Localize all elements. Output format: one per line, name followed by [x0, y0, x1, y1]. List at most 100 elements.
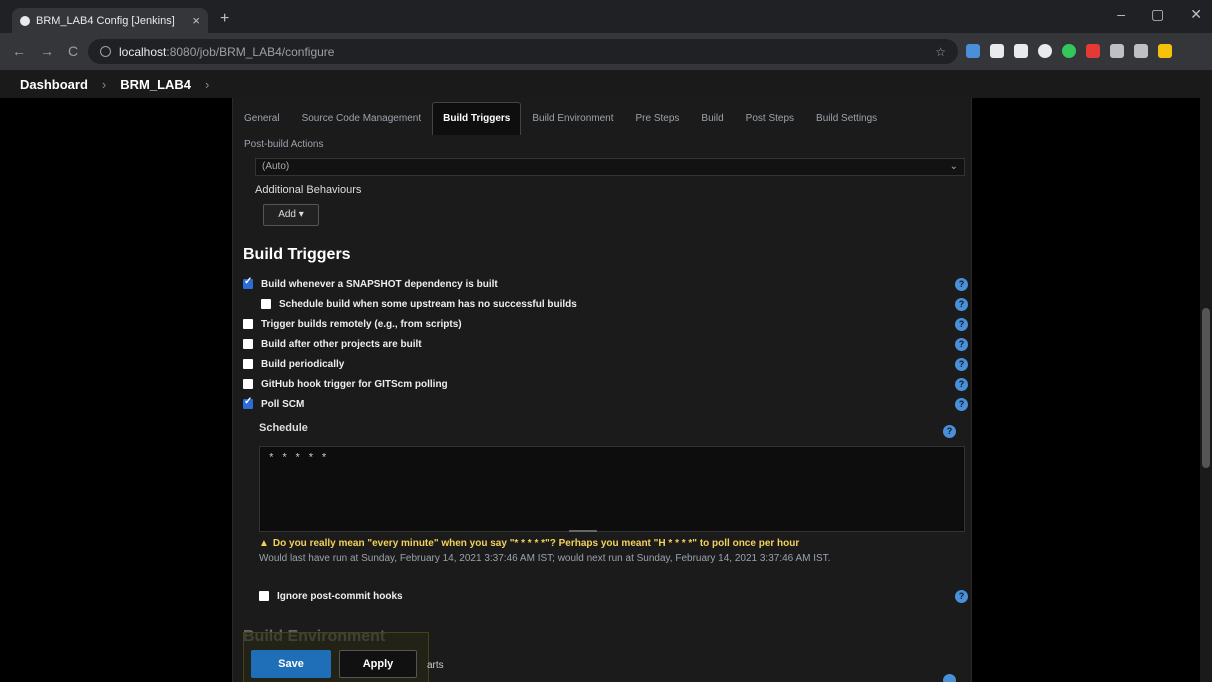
trigger-option[interactable]: Build periodically? — [243, 354, 968, 374]
extension-icon[interactable] — [990, 44, 1004, 58]
url-host: localhost — [119, 44, 167, 59]
close-window-icon[interactable]: ✕ — [1190, 6, 1202, 23]
bookmark-star-icon[interactable]: ☆ — [935, 45, 946, 59]
breadcrumb-separator-icon[interactable]: › — [205, 77, 209, 92]
cron-warning-text: Do you really mean "every minute" when y… — [272, 538, 800, 549]
trigger-option-label: GitHub hook trigger for GITScm polling — [261, 378, 448, 390]
extension-icon[interactable] — [1086, 44, 1100, 58]
right-gutter — [972, 98, 1200, 682]
help-icon[interactable]: ? — [955, 590, 968, 603]
forward-icon[interactable]: → — [40, 43, 54, 59]
trigger-option-label: Build after other projects are built — [261, 338, 422, 350]
maximize-icon[interactable]: ▢ — [1151, 6, 1164, 23]
trigger-checkbox[interactable] — [243, 396, 253, 409]
cron-warning: ▲ Do you really mean "every minute" when … — [259, 538, 799, 549]
ignore-post-commit-checkbox[interactable] — [259, 591, 269, 601]
add-behaviour-button[interactable]: Add ▾ — [263, 204, 319, 226]
trigger-option[interactable]: Trigger builds remotely (e.g., from scri… — [243, 314, 968, 334]
address-bar: ← → C localhost :8080/job/BRM_LAB4/confi… — [0, 33, 1212, 70]
trigger-option-label: Build periodically — [261, 358, 345, 370]
build-trigger-options: Build whenever a SNAPSHOT dependency is … — [243, 274, 968, 414]
left-gutter — [0, 98, 232, 682]
breadcrumb-dashboard[interactable]: Dashboard — [20, 77, 88, 92]
trigger-option-label: Poll SCM — [261, 398, 305, 410]
extension-icon[interactable] — [1014, 44, 1028, 58]
extension-icons — [966, 44, 1172, 58]
trigger-checkbox[interactable] — [243, 319, 253, 329]
breadcrumb: Dashboard › BRM_LAB4 › — [0, 70, 1212, 98]
help-icon[interactable]: ? — [955, 358, 968, 371]
extension-icon[interactable] — [966, 44, 980, 58]
trigger-checkbox[interactable] — [243, 359, 253, 369]
help-icon[interactable]: ? — [955, 318, 968, 331]
extension-icon[interactable] — [1110, 44, 1124, 58]
close-tab-icon[interactable]: × — [192, 13, 200, 28]
help-icon[interactable]: ? — [943, 425, 956, 438]
nav-buttons: ← → C — [12, 43, 78, 59]
tab-build-environment[interactable]: Build Environment — [521, 102, 624, 135]
schedule-label: Schedule — [259, 422, 308, 434]
help-icon[interactable]: ? — [955, 398, 968, 411]
tab-build-triggers[interactable]: Build Triggers — [432, 102, 522, 135]
back-icon[interactable]: ← — [12, 43, 26, 59]
trigger-checkbox[interactable] — [243, 276, 253, 289]
tab-general[interactable]: General — [233, 102, 291, 135]
config-tabs: General Source Code Management Build Trigg… — [233, 102, 971, 161]
additional-behaviours-label: Additional Behaviours — [255, 184, 362, 196]
tab-post-steps[interactable]: Post Steps — [735, 102, 805, 135]
help-icon[interactable] — [943, 674, 956, 682]
warning-icon: ▲ — [259, 538, 269, 549]
trigger-checkbox[interactable] — [243, 339, 253, 349]
extension-icon[interactable] — [1062, 44, 1076, 58]
trigger-option-label: Trigger builds remotely (e.g., from scri… — [261, 318, 462, 330]
trigger-checkbox[interactable] — [261, 299, 271, 309]
trigger-option[interactable]: Poll SCM? — [243, 394, 968, 414]
trigger-option[interactable]: Build whenever a SNAPSHOT dependency is … — [243, 274, 968, 294]
breadcrumb-separator-icon: › — [101, 76, 107, 92]
url-input[interactable]: localhost :8080/job/BRM_LAB4/configure ☆ — [88, 39, 958, 64]
ignore-post-commit-label: Ignore post-commit hooks — [277, 590, 403, 602]
schedule-textarea[interactable]: * * * * * — [259, 446, 965, 532]
obscured-option-text: arts — [427, 660, 444, 671]
tab-build[interactable]: Build — [690, 102, 734, 135]
extension-icon[interactable] — [1158, 44, 1172, 58]
textarea-resize-grip[interactable] — [569, 530, 597, 532]
reload-icon[interactable]: C — [68, 43, 78, 59]
extension-icon[interactable] — [1038, 44, 1052, 58]
minimize-icon[interactable]: – — [1117, 6, 1125, 23]
help-icon[interactable]: ? — [955, 378, 968, 391]
config-panel: General Source Code Management Build Trigg… — [232, 98, 972, 682]
trigger-option-label: Build whenever a SNAPSHOT dependency is … — [261, 278, 498, 290]
trigger-option[interactable]: GitHub hook trigger for GITScm polling? — [243, 374, 968, 394]
jenkins-favicon-icon — [20, 15, 30, 26]
apply-button[interactable]: Apply — [339, 650, 417, 678]
window-controls: – ▢ ✕ — [1117, 6, 1202, 23]
trigger-option[interactable]: Schedule build when some upstream has no… — [243, 294, 968, 314]
site-info-icon[interactable] — [100, 46, 111, 57]
scm-browser-select[interactable]: (Auto) ⌄ — [255, 158, 965, 176]
tab-build-settings[interactable]: Build Settings — [805, 102, 888, 135]
help-icon[interactable]: ? — [955, 278, 968, 291]
url-path: :8080/job/BRM_LAB4/configure — [166, 44, 335, 59]
ignore-post-commit-option[interactable]: Ignore post-commit hooks ? — [259, 586, 968, 606]
page-scrollbar[interactable] — [1200, 98, 1212, 682]
tab-pre-steps[interactable]: Pre Steps — [625, 102, 691, 135]
build-triggers-heading: Build Triggers — [243, 246, 351, 263]
scrollbar-thumb[interactable] — [1202, 308, 1210, 468]
trigger-checkbox[interactable] — [243, 379, 253, 389]
breadcrumb-job[interactable]: BRM_LAB4 — [120, 77, 191, 92]
trigger-option-label: Schedule build when some upstream has no… — [279, 298, 577, 310]
extension-icon[interactable] — [1134, 44, 1148, 58]
new-tab-icon[interactable]: + — [220, 10, 229, 28]
trigger-option[interactable]: Build after other projects are built? — [243, 334, 968, 354]
next-run-info: Would last have run at Sunday, February … — [259, 553, 831, 564]
help-icon[interactable]: ? — [955, 338, 968, 351]
browser-tab-bar: BRM_LAB4 Config [Jenkins] × + – ▢ ✕ — [0, 0, 1212, 33]
scm-browser-value: (Auto) — [262, 161, 290, 172]
tab-source-code-management[interactable]: Source Code Management — [291, 102, 433, 135]
browser-tab[interactable]: BRM_LAB4 Config [Jenkins] × — [12, 8, 208, 33]
help-icon[interactable]: ? — [955, 298, 968, 311]
save-button[interactable]: Save — [251, 650, 331, 678]
chevron-down-icon: ⌄ — [949, 161, 958, 172]
browser-tab-title: BRM_LAB4 Config [Jenkins] — [36, 14, 175, 27]
